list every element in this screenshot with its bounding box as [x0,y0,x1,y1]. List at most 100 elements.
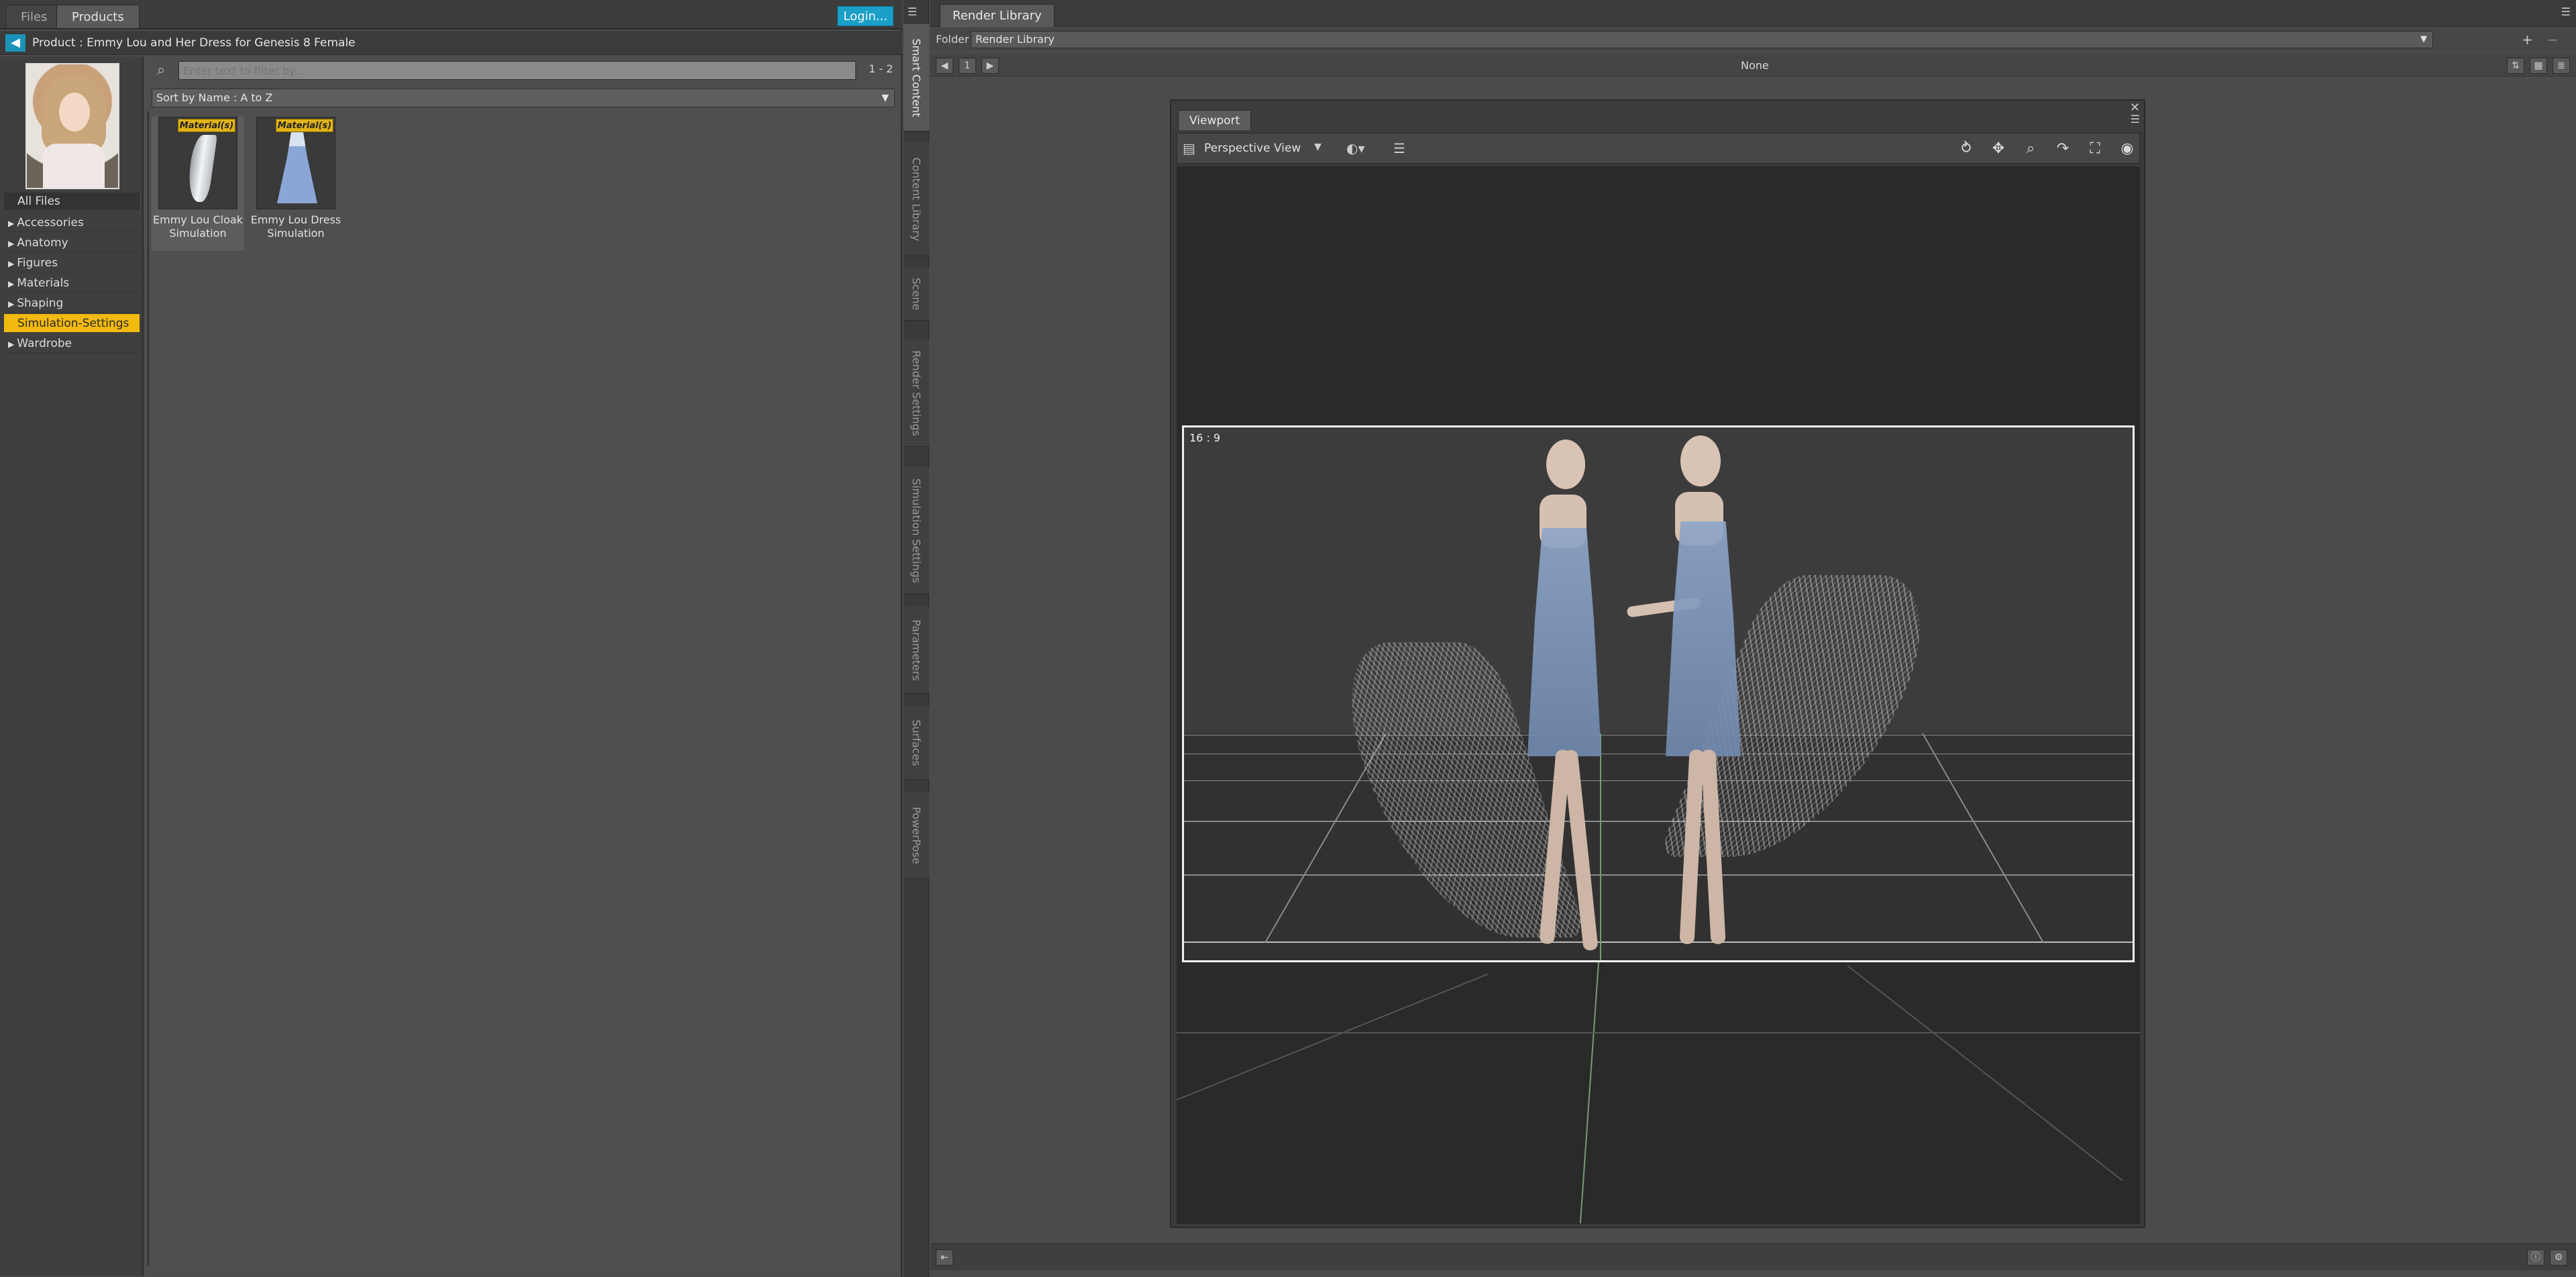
content-item[interactable]: Material(s) Emmy Lou Dress Simulation [250,117,342,251]
content-grid: Material(s) Emmy Lou Cloak Simulation Ma… [148,111,899,1266]
category-simulation-settings[interactable]: Simulation-Settings [4,314,140,333]
folder-bar: Folder : Render Library ▼ + − [930,28,2576,51]
tab-smart-content[interactable]: Smart Content [904,24,929,132]
cloak-preview [184,135,218,202]
tab-content-library[interactable]: Content Library [904,142,929,256]
category-shaping[interactable]: ▶ Shaping [4,294,140,313]
filter-bar: ⌕ 1 - 2 [148,58,899,83]
next-page-icon[interactable]: ▶ [981,58,999,74]
collapse-icon[interactable]: ⇤ [936,1249,953,1266]
orbit-icon[interactable]: ⥁ [1954,139,1978,159]
chevron-down-icon[interactable]: ▼ [2420,32,2427,48]
add-folder-icon[interactable]: + [2522,28,2533,51]
tab-render-library[interactable]: Render Library [940,4,1055,27]
expand-arrow-icon[interactable]: ▶ [8,340,14,349]
aspect-frame: 16 : 9 [1182,425,2135,962]
panel-menu-icon[interactable]: ☰ [908,5,917,18]
result-count: 1 - 2 [869,62,894,75]
item-label-line1: Emmy Lou Cloak [153,213,243,226]
render-library-footer: ⇤ ⓘ ⚙ [930,1243,2576,1270]
render-library-tab-bar: Render Library ☰ [930,0,2576,27]
camera-icon[interactable]: ▤ [1183,140,1197,156]
item-label: Emmy Lou Dress Simulation [250,213,342,240]
expand-arrow-icon[interactable]: ▶ [8,219,14,228]
category-accessories[interactable]: ▶ Accessories [4,213,140,232]
chevron-down-icon[interactable]: ▼ [881,89,889,107]
sort-label: Sort by Name : A to Z [156,91,273,104]
settings-icon[interactable]: ⚙ [2550,1249,2567,1266]
item-thumbnail[interactable]: Material(s) [158,117,237,209]
folder-value: Render Library [975,33,1055,46]
view-selector[interactable]: Perspective View [1204,142,1301,155]
grid-line [1922,733,2044,943]
item-label-line2: Simulation [169,227,227,240]
category-anatomy[interactable]: ▶ Anatomy [4,234,140,252]
item-thumbnail[interactable]: Material(s) [256,117,335,209]
aim-icon[interactable]: ◉ [2115,139,2139,159]
tab-simulation-settings[interactable]: Simulation Settings [904,467,929,595]
category-figures[interactable]: ▶ Figures [4,254,140,272]
info-icon[interactable]: ⓘ [2527,1249,2544,1266]
side-tab-strip: ☰ Smart Content Content Library Scene Re… [904,0,929,1277]
viewport-canvas[interactable]: 16 : 9 [1177,166,2140,1224]
all-files-item[interactable]: All Files [4,193,140,210]
frame-icon[interactable]: ⛶ [2083,139,2107,159]
content-pane: Files Products Login... ◀ Product : Emmy… [0,0,902,1277]
tab-files[interactable]: Files [5,5,63,28]
category-wardrobe[interactable]: ▶ Wardrobe [4,334,140,353]
item-label-line2: Simulation [267,227,325,240]
material-badge: Material(s) [178,119,235,132]
product-title: Product : Emmy Lou and Her Dress for Gen… [32,36,356,50]
panel-menu-icon[interactable]: ☰ [2561,5,2571,18]
thumbnail-face [59,93,90,132]
rotate-icon[interactable]: ↷ [2051,139,2075,159]
folder-dropdown[interactable]: Render Library ▼ [971,31,2433,48]
viewport-toolbar: ▤ Perspective View ▼ ◐▾ ☰ ⥁ ✥ ⌕ ↷ ⛶ ◉ [1177,133,2140,164]
expand-arrow-icon[interactable]: ▶ [8,259,14,268]
aspect-ratio-label: 16 : 9 [1189,431,1221,444]
figure-head [1680,436,1721,487]
sort-icon[interactable]: ⇅ [2507,58,2524,74]
grid-line [1847,965,2123,1181]
tab-products[interactable]: Products [56,5,140,28]
filter-input[interactable] [178,61,856,80]
tab-render-settings[interactable]: Render Settings [904,340,929,447]
chevron-down-icon[interactable]: ▼ [1314,142,1322,152]
selection-label: None [1741,59,1769,72]
category-materials[interactable]: ▶ Materials [4,274,140,293]
expand-arrow-icon[interactable]: ▶ [8,299,14,309]
page-nav-bar: ◀ 1 ▶ None ⇅ ▦ ≣ [930,54,2576,76]
sort-dropdown[interactable]: Sort by Name : A to Z ▼ [152,89,895,107]
remove-folder-icon[interactable]: − [2547,28,2559,51]
expand-arrow-icon[interactable]: ▶ [8,279,14,289]
y-axis-line [1579,962,1599,1224]
panel-menu-icon[interactable]: ☰ [2131,113,2140,125]
prev-page-icon[interactable]: ◀ [936,58,953,74]
tab-powerpose[interactable]: PowerPose [904,792,929,879]
list-view-icon[interactable]: ≣ [2553,58,2570,74]
tab-parameters[interactable]: Parameters [904,607,929,694]
pan-icon[interactable]: ✥ [1986,139,2010,159]
grid-line [1177,1032,2140,1033]
figure-left[interactable] [1324,427,1613,960]
drawstyle-icon[interactable]: ◐▾ [1346,139,1375,158]
back-arrow-icon[interactable]: ◀ [5,34,25,52]
dress-preview [277,132,317,203]
viewport-options-icon[interactable]: ☰ [1393,139,1412,158]
grid-view-icon[interactable]: ▦ [2530,58,2547,74]
tab-surfaces[interactable]: Surfaces [904,706,929,780]
tab-scene[interactable]: Scene [904,267,929,321]
tab-viewport[interactable]: Viewport [1178,110,1252,130]
category-sidebar: All Files ▶ Accessories ▶ Anatomy ▶ Figures… [0,56,144,1276]
zoom-icon[interactable]: ⌕ [2019,139,2043,159]
pane-tab-bar: Files Products Login... [0,0,902,30]
login-button[interactable]: Login... [837,6,894,26]
viewport-window[interactable]: Viewport ✕ ☰ ▤ Perspective View ▼ ◐▾ ☰ ⥁… [1170,99,2145,1228]
page-number[interactable]: 1 [959,58,976,74]
viewport-tab-bar: Viewport ✕ ☰ [1171,101,2144,132]
product-bar: ◀ Product : Emmy Lou and Her Dress for G… [0,31,902,55]
figure-right[interactable] [1626,427,1952,960]
search-icon[interactable]: ⌕ [157,62,173,79]
expand-arrow-icon[interactable]: ▶ [8,239,14,248]
content-item[interactable]: Material(s) Emmy Lou Cloak Simulation [152,117,244,251]
